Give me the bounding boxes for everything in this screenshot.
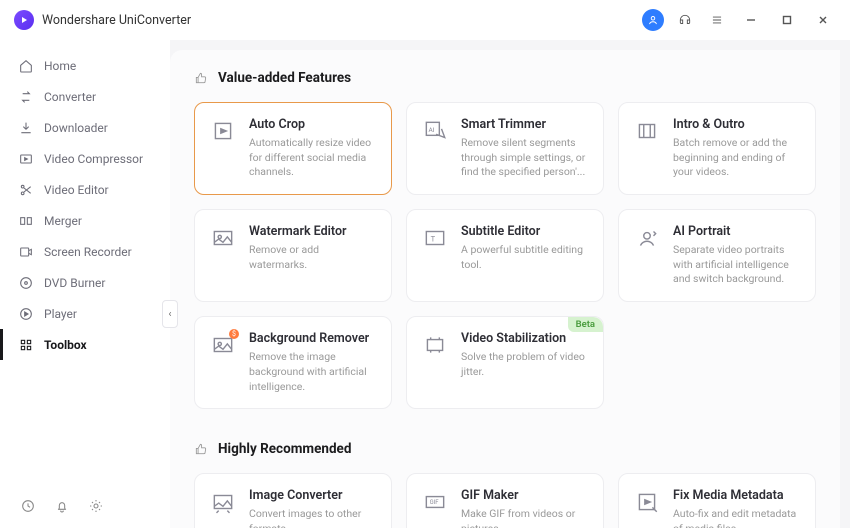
tool-watermark-editor[interactable]: Watermark Editor Remove or add watermarks… [194,209,392,302]
section-highly-recommended: Highly Recommended [194,441,816,457]
intro-outro-icon [633,117,661,145]
card-title: Image Converter [249,488,377,503]
metadata-icon [633,488,661,516]
sidebar-item-dvd[interactable]: DVD Burner [0,267,170,298]
card-title: Fix Media Metadata [673,488,801,503]
smart-trimmer-icon: AI [421,117,449,145]
card-desc: Batch remove or add the beginning and en… [673,136,801,180]
sidebar-item-home[interactable]: Home [0,50,170,81]
sidebar-item-label: Downloader [44,121,108,135]
card-title: Video Stabilization [461,331,589,346]
gif-icon: GIF [421,488,449,516]
collapse-sidebar-button[interactable]: ‹ [162,300,178,328]
card-desc: Convert images to other formats. [249,507,377,528]
sidebar-item-label: Converter [44,90,96,104]
sidebar-item-label: Player [44,307,77,321]
tool-smart-trimmer[interactable]: AI Smart Trimmer Remove silent segments t… [406,102,604,195]
stabilization-icon [421,331,449,359]
play-icon [18,306,34,322]
disc-icon [18,275,34,291]
ai-portrait-icon [633,224,661,252]
tool-auto-crop[interactable]: Auto Crop Automatically resize video for … [194,102,392,195]
card-title: AI Portrait [673,224,801,239]
content: Value-added Features Auto Crop Automatica… [170,50,840,528]
card-title: Auto Crop [249,117,377,132]
sidebar-item-compressor[interactable]: Video Compressor [0,143,170,174]
card-title: Intro & Outro [673,117,801,132]
sidebar: Home Converter Downloader Video Compress… [0,40,170,528]
card-title: Subtitle Editor [461,224,589,239]
svg-text:AI: AI [429,126,435,134]
card-title: GIF Maker [461,488,589,503]
tool-subtitle-editor[interactable]: T Subtitle Editor A powerful subtitle edi… [406,209,604,302]
card-desc: Remove or add watermarks. [249,243,377,272]
thumbs-up-icon [194,442,208,456]
sidebar-item-editor[interactable]: Video Editor [0,174,170,205]
sidebar-item-label: Video Compressor [44,152,143,166]
converter-icon [18,89,34,105]
card-title: Background Remover [249,331,377,346]
sidebar-item-label: Screen Recorder [44,245,132,259]
svg-text:T: T [431,234,436,243]
tool-fix-metadata[interactable]: Fix Media Metadata Auto-fix and edit meta… [618,473,816,528]
merger-icon [18,213,34,229]
tool-intro-outro[interactable]: Intro & Outro Batch remove or add the beg… [618,102,816,195]
card-desc: Remove the image background with artific… [249,350,377,394]
history-icon[interactable] [20,498,36,514]
image-converter-icon [209,488,237,516]
tool-image-converter[interactable]: Image Converter Convert images to other f… [194,473,392,528]
app-logo-icon [14,10,34,30]
section-value-added: Value-added Features [194,70,816,86]
beta-badge: Beta [568,317,603,332]
tool-gif-maker[interactable]: GIF GIF Maker Make GIF from videos or pic… [406,473,604,528]
sidebar-item-downloader[interactable]: Downloader [0,112,170,143]
sidebar-item-label: Toolbox [44,338,87,352]
tool-video-stabilization[interactable]: Beta Video Stabilization Solve the proble… [406,316,604,409]
card-title: Watermark Editor [249,224,377,239]
auto-crop-icon [209,117,237,145]
minimize-button[interactable] [738,7,764,33]
card-desc: Remove silent segments through simple se… [461,136,589,180]
watermark-icon [209,224,237,252]
tool-ai-portrait[interactable]: AI Portrait Separate video portraits with… [618,209,816,302]
app-title: Wondershare UniConverter [42,13,191,28]
sidebar-item-label: Home [44,59,76,73]
recorder-icon [18,244,34,260]
notification-icon[interactable] [54,498,70,514]
home-icon [18,58,34,74]
headset-icon[interactable] [674,9,696,31]
scissors-icon [18,182,34,198]
sidebar-item-recorder[interactable]: Screen Recorder [0,236,170,267]
account-icon[interactable] [642,9,664,31]
dollar-badge: $ [229,329,239,339]
sidebar-item-toolbox[interactable]: Toolbox [0,329,170,360]
thumbs-up-icon [194,71,208,85]
titlebar: Wondershare UniConverter [0,0,850,40]
card-desc: A powerful subtitle editing tool. [461,243,589,272]
subtitle-icon: T [421,224,449,252]
bg-remover-icon: $ [209,331,237,359]
toolbox-icon [18,337,34,353]
sidebar-item-label: Merger [44,214,82,228]
card-desc: Solve the problem of video jitter. [461,350,589,379]
card-desc: Auto-fix and edit metadata of media file… [673,507,801,528]
sidebar-item-label: Video Editor [44,183,109,197]
sidebar-item-merger[interactable]: Merger [0,205,170,236]
download-icon [18,120,34,136]
maximize-button[interactable] [774,7,800,33]
card-desc: Make GIF from videos or pictures. [461,507,589,528]
compressor-icon [18,151,34,167]
svg-text:GIF: GIF [430,499,440,506]
menu-icon[interactable] [706,9,728,31]
sidebar-item-label: DVD Burner [44,276,105,290]
settings-icon[interactable] [88,498,104,514]
close-button[interactable] [810,7,836,33]
tool-background-remover[interactable]: $ Background Remover Remove the image bac… [194,316,392,409]
card-desc: Automatically resize video for different… [249,136,377,180]
sidebar-item-player[interactable]: Player [0,298,170,329]
card-desc: Separate video portraits with artificial… [673,243,801,287]
card-title: Smart Trimmer [461,117,589,132]
sidebar-item-converter[interactable]: Converter [0,81,170,112]
